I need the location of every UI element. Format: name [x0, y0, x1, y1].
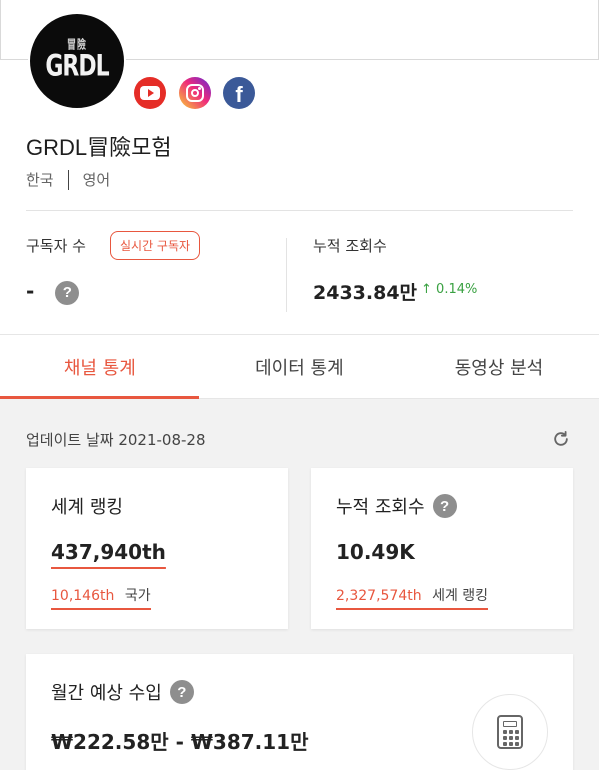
help-icon[interactable]: ? [432, 494, 457, 518]
views-world-rank-value: 2,327,574th [336, 588, 422, 604]
channel-avatar[interactable]: 冒險 GRDL [28, 12, 126, 110]
avatar-logo: 冒險 GRDL [45, 38, 109, 84]
help-icon[interactable]: ? [55, 280, 80, 305]
country-rank-value: 10,146th [51, 588, 115, 604]
monthly-income-title: 월간 예상 수입 ? [51, 679, 194, 705]
arrow-up-icon: ↑ [421, 282, 432, 297]
help-icon[interactable]: ? [169, 680, 194, 704]
views-change: ↑ 0.14% [421, 282, 477, 297]
total-views-label: 누적 조회수 [313, 237, 387, 255]
tab-bar: 채널 통계 데이터 통계 동영상 분석 [0, 335, 599, 399]
tab-data-stats[interactable]: 데이터 통계 [200, 335, 400, 398]
country-rank-link[interactable]: 10,146th 국가 [51, 585, 151, 610]
total-views-card-title: 누적 조회수 ? [336, 493, 457, 519]
profile-divider [26, 210, 573, 211]
country-rank-label: 국가 [124, 588, 151, 604]
monthly-income-card: 월간 예상 수입 ? ₩222.58만 - ₩387.11만 [26, 654, 573, 770]
tab-video-analysis[interactable]: 동영상 분석 [399, 335, 599, 398]
subscribers-value: - ? [26, 279, 80, 305]
views-world-rank-label: 세계 랭킹 [432, 588, 489, 604]
monthly-income-label: 월간 예상 수입 [51, 683, 162, 704]
language-separator [67, 169, 69, 190]
language-korean: 한국 [26, 171, 54, 189]
world-rank-value: 437,940th [51, 540, 166, 564]
refresh-icon[interactable] [551, 429, 571, 449]
update-date: 업데이트 날짜 2021-08-28 [26, 431, 206, 449]
channel-name: GRDL冒險모험 [26, 135, 172, 160]
subscribers-label: 구독자 수 [26, 237, 86, 255]
avatar-logo-text: GRDL [45, 49, 109, 84]
tab-channel-stats[interactable]: 채널 통계 [0, 335, 200, 399]
total-views-card-label: 누적 조회수 [336, 497, 425, 518]
monthly-income-value: ₩222.58만 - ₩387.11만 [51, 730, 309, 754]
world-rank-card: 세계 랭킹 437,940th 10,146th 국가 [26, 468, 288, 629]
stats-divider [286, 238, 287, 312]
instagram-icon[interactable] [179, 77, 211, 109]
language-english: 영어 [82, 171, 111, 189]
world-rank-title: 세계 랭킹 [51, 497, 123, 518]
channel-languages: 한국 영어 [26, 169, 110, 190]
calculator-icon [497, 715, 523, 749]
calculator-button[interactable] [472, 694, 548, 770]
youtube-icon[interactable] [134, 77, 166, 109]
channel-page: 冒險 GRDL f GRDL冒險모험 한국 영어 구독자 수 실시간 구독자 -… [0, 0, 599, 770]
total-views-card: 누적 조회수 ? 10.49K 2,327,574th 세계 랭킹 [311, 468, 573, 629]
channel-stats-panel: 업데이트 날짜 2021-08-28 세계 랭킹 437,940th 10,14… [0, 399, 599, 770]
realtime-subscribers-button[interactable]: 실시간 구독자 [110, 231, 201, 260]
views-change-value: 0.14% [436, 282, 478, 297]
avatar-logo-subtext: 冒險 [66, 38, 87, 53]
subscribers-number: - [26, 279, 35, 303]
total-views-value: 2433.84만 [313, 282, 418, 304]
facebook-icon[interactable]: f [223, 77, 255, 109]
views-world-rank-link[interactable]: 2,327,574th 세계 랭킹 [336, 585, 489, 610]
total-views-card-value: 10.49K [336, 540, 415, 564]
